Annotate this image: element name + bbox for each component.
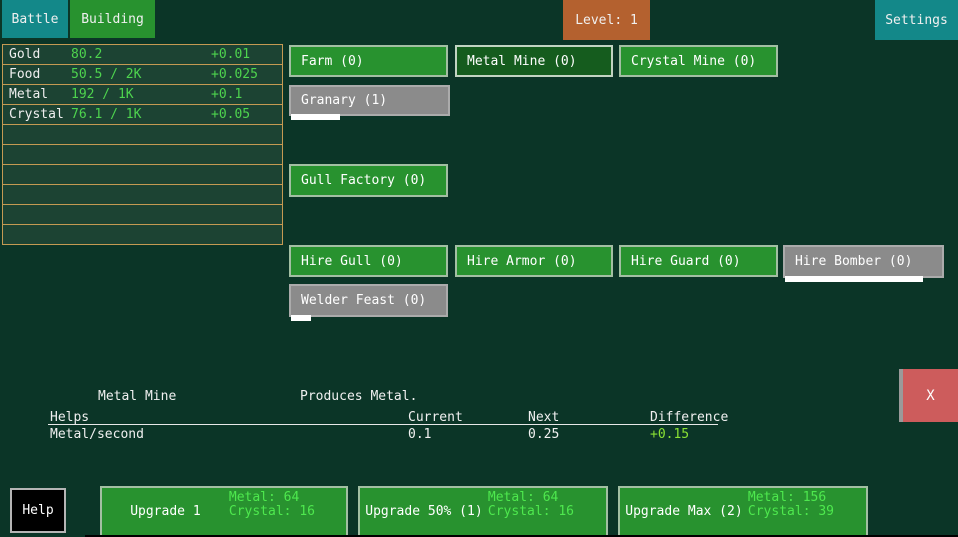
upgrade-button-label: Upgrade 1 — [102, 488, 229, 535]
upgrade-button-costs: Metal: 64 Crystal: 16 — [229, 488, 315, 535]
resource-rate: +0.05 — [211, 107, 250, 122]
building-button-granary[interactable]: Granary (1) — [289, 85, 450, 116]
hire-button-guard[interactable]: Hire Guard (0) — [619, 245, 778, 277]
close-button[interactable]: X — [899, 369, 958, 422]
hire-button-label: Hire Bomber (0) — [795, 254, 912, 269]
settings-button[interactable]: Settings — [875, 0, 958, 40]
settings-label: Settings — [885, 13, 948, 28]
hire-button-label: Hire Guard (0) — [631, 254, 741, 269]
building-button-farm[interactable]: Farm (0) — [289, 45, 448, 77]
building-button-label: Gull Factory (0) — [301, 173, 426, 188]
resource-value: 50.5 / 2K — [71, 67, 211, 82]
building-button-label: Farm (0) — [301, 54, 364, 69]
resource-row-empty — [3, 145, 282, 165]
tab-battle[interactable]: Battle — [2, 0, 68, 38]
bomber-progress-bar — [785, 276, 923, 282]
help-button[interactable]: Help — [10, 488, 66, 533]
resource-table: Gold 80.2 +0.01 Food 50.5 / 2K +0.025 Me… — [2, 44, 283, 245]
granary-progress-bar — [291, 114, 340, 120]
upgrade-button-label: Upgrade 50% (1) — [360, 488, 488, 535]
info-header-current: Current — [408, 410, 463, 425]
button-welder-feast-label: Welder Feast (0) — [301, 293, 426, 308]
info-row-next: 0.25 — [528, 427, 559, 442]
building-button-gull-factory[interactable]: Gull Factory (0) — [289, 164, 448, 197]
resource-row-empty — [3, 165, 282, 185]
resource-name: Gold — [3, 47, 71, 62]
resource-rate: +0.025 — [211, 67, 258, 82]
resource-row-food: Food 50.5 / 2K +0.025 — [3, 65, 282, 85]
hire-button-label: Hire Gull (0) — [301, 254, 403, 269]
resource-row-gold: Gold 80.2 +0.01 — [3, 45, 282, 65]
button-welder-feast[interactable]: Welder Feast (0) — [289, 284, 448, 317]
metal-cost: Metal: 64 — [488, 490, 558, 505]
building-button-crystal-mine[interactable]: Crystal Mine (0) — [619, 45, 778, 77]
resource-row-empty — [3, 125, 282, 145]
upgrade-button-label: Upgrade Max (2) — [620, 488, 748, 535]
upgrade-button-costs: Metal: 156 Crystal: 39 — [748, 488, 834, 535]
resource-row-empty — [3, 205, 282, 225]
resource-rate: +0.01 — [211, 47, 250, 62]
resource-row-empty — [3, 185, 282, 205]
metal-cost: Metal: 156 — [748, 490, 826, 505]
info-row-difference: +0.15 — [650, 427, 689, 442]
resource-value: 76.1 / 1K — [71, 107, 211, 122]
crystal-cost: Crystal: 16 — [488, 504, 574, 519]
close-icon: X — [926, 388, 934, 404]
resource-value: 80.2 — [71, 47, 211, 62]
resource-rate: +0.1 — [211, 87, 242, 102]
info-row-name: Metal/second — [50, 427, 144, 442]
resource-row-metal: Metal 192 / 1K +0.1 — [3, 85, 282, 105]
crystal-cost: Crystal: 39 — [748, 504, 834, 519]
metal-cost: Metal: 64 — [229, 490, 299, 505]
building-button-label: Granary (1) — [301, 93, 387, 108]
level-label: Level: 1 — [575, 13, 638, 28]
hire-button-label: Hire Armor (0) — [467, 254, 577, 269]
building-button-metal-mine[interactable]: Metal Mine (0) — [455, 45, 613, 77]
tab-building[interactable]: Building — [70, 0, 155, 38]
building-button-label: Metal Mine (0) — [467, 54, 577, 69]
resource-name: Crystal — [3, 107, 71, 122]
resource-value: 192 / 1K — [71, 87, 211, 102]
info-panel-description: Produces Metal. — [300, 389, 417, 404]
welder-feast-progress-bar — [291, 315, 311, 321]
hire-button-armor[interactable]: Hire Armor (0) — [455, 245, 613, 277]
upgrade-1-button[interactable]: Upgrade 1 Metal: 64 Crystal: 16 — [100, 486, 348, 537]
resource-row-crystal: Crystal 76.1 / 1K +0.05 — [3, 105, 282, 125]
hire-button-bomber[interactable]: Hire Bomber (0) — [783, 245, 944, 278]
help-button-label: Help — [22, 503, 53, 518]
resource-row-empty — [3, 225, 282, 244]
level-indicator: Level: 1 — [563, 0, 650, 40]
tab-battle-label: Battle — [12, 12, 59, 27]
upgrade-50pct-button[interactable]: Upgrade 50% (1) Metal: 64 Crystal: 16 — [358, 486, 608, 537]
info-header-helps: Helps — [50, 410, 89, 425]
resource-name: Food — [3, 67, 71, 82]
hire-button-gull[interactable]: Hire Gull (0) — [289, 245, 448, 277]
info-row-current: 0.1 — [408, 427, 431, 442]
upgrade-max-button[interactable]: Upgrade Max (2) Metal: 156 Crystal: 39 — [618, 486, 868, 537]
info-header-underline — [48, 424, 718, 425]
info-header-next: Next — [528, 410, 559, 425]
resource-name: Metal — [3, 87, 71, 102]
building-button-label: Crystal Mine (0) — [631, 54, 756, 69]
info-header-difference: Difference — [650, 410, 728, 425]
info-panel-title: Metal Mine — [98, 389, 176, 404]
crystal-cost: Crystal: 16 — [229, 504, 315, 519]
tab-building-label: Building — [81, 12, 144, 27]
upgrade-button-costs: Metal: 64 Crystal: 16 — [488, 488, 574, 535]
